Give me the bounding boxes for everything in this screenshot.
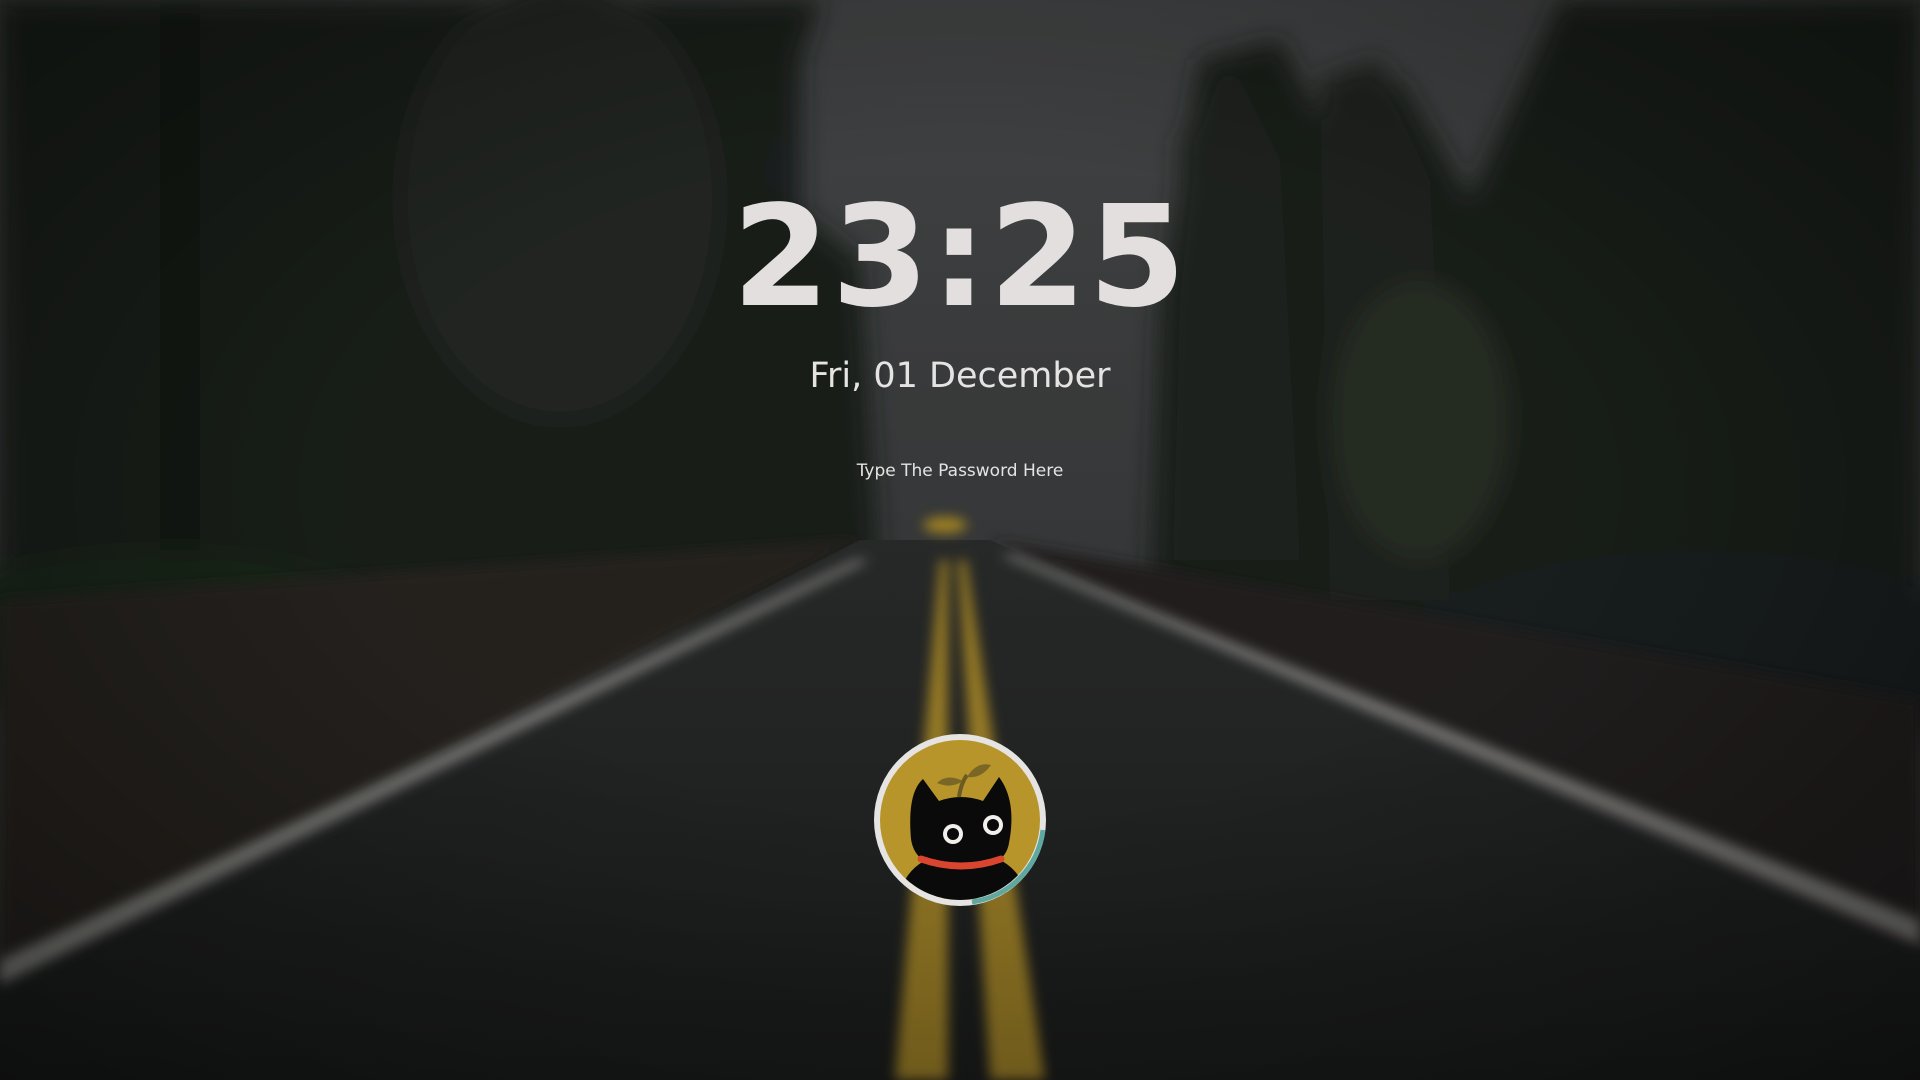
clock-time: 23:25: [732, 176, 1188, 339]
lock-screen: 23:25 Fri, 01 December: [0, 0, 1920, 1080]
password-input[interactable]: [760, 455, 1160, 487]
user-avatar-icon[interactable]: [871, 731, 1049, 909]
wallpaper-dim-overlay: [0, 0, 1920, 1080]
date-label: Fri, 01 December: [809, 356, 1111, 396]
